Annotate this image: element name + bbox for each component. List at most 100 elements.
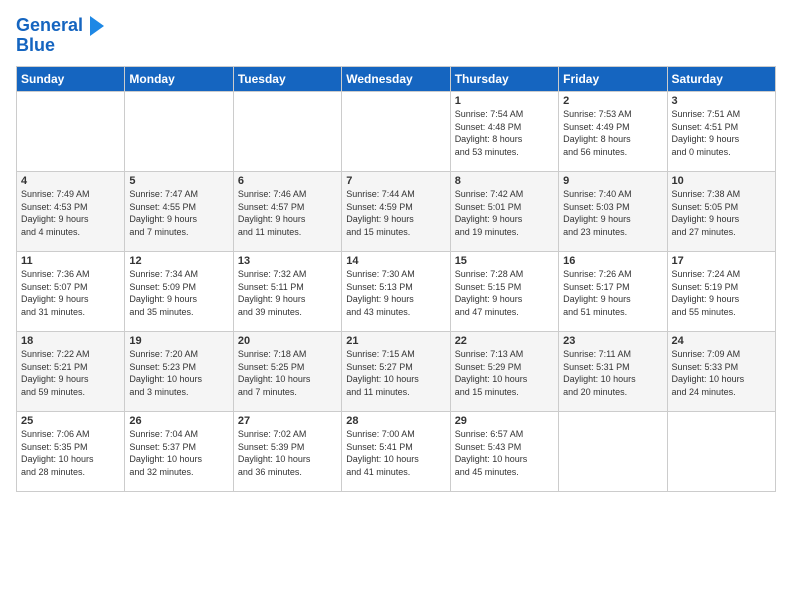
day-number: 19 (129, 335, 228, 347)
cell-content: Sunrise: 7:51 AM Sunset: 4:51 PM Dayligh… (672, 108, 771, 158)
cell-content: Sunrise: 7:34 AM Sunset: 5:09 PM Dayligh… (129, 268, 228, 318)
col-header-thursday: Thursday (450, 67, 558, 92)
cell-content: Sunrise: 7:06 AM Sunset: 5:35 PM Dayligh… (21, 428, 120, 478)
cell-content: Sunrise: 7:09 AM Sunset: 5:33 PM Dayligh… (672, 348, 771, 398)
cell-content: Sunrise: 7:18 AM Sunset: 5:25 PM Dayligh… (238, 348, 337, 398)
day-number: 14 (346, 255, 445, 267)
calendar-cell: 24Sunrise: 7:09 AM Sunset: 5:33 PM Dayli… (667, 332, 775, 412)
cell-content: Sunrise: 7:53 AM Sunset: 4:49 PM Dayligh… (563, 108, 662, 158)
calendar-table: SundayMondayTuesdayWednesdayThursdayFrid… (16, 66, 776, 492)
day-number: 21 (346, 335, 445, 347)
day-number: 3 (672, 95, 771, 107)
day-number: 20 (238, 335, 337, 347)
col-header-tuesday: Tuesday (233, 67, 341, 92)
cell-content: Sunrise: 7:24 AM Sunset: 5:19 PM Dayligh… (672, 268, 771, 318)
calendar-cell: 12Sunrise: 7:34 AM Sunset: 5:09 PM Dayli… (125, 252, 233, 332)
calendar-cell (342, 92, 450, 172)
calendar-cell (559, 412, 667, 492)
day-number: 22 (455, 335, 554, 347)
day-number: 8 (455, 175, 554, 187)
calendar-cell (667, 412, 775, 492)
calendar-cell: 18Sunrise: 7:22 AM Sunset: 5:21 PM Dayli… (17, 332, 125, 412)
calendar-cell: 1Sunrise: 7:54 AM Sunset: 4:48 PM Daylig… (450, 92, 558, 172)
calendar-cell: 28Sunrise: 7:00 AM Sunset: 5:41 PM Dayli… (342, 412, 450, 492)
cell-content: Sunrise: 7:00 AM Sunset: 5:41 PM Dayligh… (346, 428, 445, 478)
cell-content: Sunrise: 7:26 AM Sunset: 5:17 PM Dayligh… (563, 268, 662, 318)
day-number: 5 (129, 175, 228, 187)
day-number: 1 (455, 95, 554, 107)
calendar-cell: 13Sunrise: 7:32 AM Sunset: 5:11 PM Dayli… (233, 252, 341, 332)
week-row-3: 18Sunrise: 7:22 AM Sunset: 5:21 PM Dayli… (17, 332, 776, 412)
col-header-monday: Monday (125, 67, 233, 92)
calendar-cell (125, 92, 233, 172)
header: General Blue (16, 16, 776, 56)
logo-blue: Blue (16, 35, 55, 55)
day-number: 27 (238, 415, 337, 427)
cell-content: Sunrise: 7:42 AM Sunset: 5:01 PM Dayligh… (455, 188, 554, 238)
day-number: 7 (346, 175, 445, 187)
calendar-cell: 17Sunrise: 7:24 AM Sunset: 5:19 PM Dayli… (667, 252, 775, 332)
cell-content: Sunrise: 7:30 AM Sunset: 5:13 PM Dayligh… (346, 268, 445, 318)
day-number: 29 (455, 415, 554, 427)
calendar-cell: 8Sunrise: 7:42 AM Sunset: 5:01 PM Daylig… (450, 172, 558, 252)
calendar-cell: 27Sunrise: 7:02 AM Sunset: 5:39 PM Dayli… (233, 412, 341, 492)
calendar-cell: 20Sunrise: 7:18 AM Sunset: 5:25 PM Dayli… (233, 332, 341, 412)
calendar-cell: 19Sunrise: 7:20 AM Sunset: 5:23 PM Dayli… (125, 332, 233, 412)
cell-content: Sunrise: 7:15 AM Sunset: 5:27 PM Dayligh… (346, 348, 445, 398)
day-number: 13 (238, 255, 337, 267)
day-number: 17 (672, 255, 771, 267)
day-number: 12 (129, 255, 228, 267)
calendar-cell: 10Sunrise: 7:38 AM Sunset: 5:05 PM Dayli… (667, 172, 775, 252)
cell-content: Sunrise: 7:47 AM Sunset: 4:55 PM Dayligh… (129, 188, 228, 238)
logo-general: General (16, 15, 83, 35)
calendar-cell: 14Sunrise: 7:30 AM Sunset: 5:13 PM Dayli… (342, 252, 450, 332)
col-header-wednesday: Wednesday (342, 67, 450, 92)
calendar-cell: 3Sunrise: 7:51 AM Sunset: 4:51 PM Daylig… (667, 92, 775, 172)
day-number: 9 (563, 175, 662, 187)
day-number: 26 (129, 415, 228, 427)
cell-content: Sunrise: 7:22 AM Sunset: 5:21 PM Dayligh… (21, 348, 120, 398)
calendar-cell: 29Sunrise: 6:57 AM Sunset: 5:43 PM Dayli… (450, 412, 558, 492)
col-header-saturday: Saturday (667, 67, 775, 92)
day-number: 4 (21, 175, 120, 187)
col-header-friday: Friday (559, 67, 667, 92)
cell-content: Sunrise: 7:49 AM Sunset: 4:53 PM Dayligh… (21, 188, 120, 238)
week-row-2: 11Sunrise: 7:36 AM Sunset: 5:07 PM Dayli… (17, 252, 776, 332)
week-row-1: 4Sunrise: 7:49 AM Sunset: 4:53 PM Daylig… (17, 172, 776, 252)
col-header-sunday: Sunday (17, 67, 125, 92)
cell-content: Sunrise: 7:40 AM Sunset: 5:03 PM Dayligh… (563, 188, 662, 238)
cell-content: Sunrise: 7:54 AM Sunset: 4:48 PM Dayligh… (455, 108, 554, 158)
calendar-cell: 15Sunrise: 7:28 AM Sunset: 5:15 PM Dayli… (450, 252, 558, 332)
calendar-cell: 26Sunrise: 7:04 AM Sunset: 5:37 PM Dayli… (125, 412, 233, 492)
cell-content: Sunrise: 7:13 AM Sunset: 5:29 PM Dayligh… (455, 348, 554, 398)
calendar-cell: 22Sunrise: 7:13 AM Sunset: 5:29 PM Dayli… (450, 332, 558, 412)
cell-content: Sunrise: 7:38 AM Sunset: 5:05 PM Dayligh… (672, 188, 771, 238)
calendar-cell: 4Sunrise: 7:49 AM Sunset: 4:53 PM Daylig… (17, 172, 125, 252)
calendar-cell: 11Sunrise: 7:36 AM Sunset: 5:07 PM Dayli… (17, 252, 125, 332)
cell-content: Sunrise: 6:57 AM Sunset: 5:43 PM Dayligh… (455, 428, 554, 478)
calendar-cell: 2Sunrise: 7:53 AM Sunset: 4:49 PM Daylig… (559, 92, 667, 172)
calendar-cell: 21Sunrise: 7:15 AM Sunset: 5:27 PM Dayli… (342, 332, 450, 412)
calendar-cell: 5Sunrise: 7:47 AM Sunset: 4:55 PM Daylig… (125, 172, 233, 252)
cell-content: Sunrise: 7:44 AM Sunset: 4:59 PM Dayligh… (346, 188, 445, 238)
page: General Blue SundayMondayTuesdayWednesda… (0, 0, 792, 502)
cell-content: Sunrise: 7:02 AM Sunset: 5:39 PM Dayligh… (238, 428, 337, 478)
day-number: 28 (346, 415, 445, 427)
cell-content: Sunrise: 7:11 AM Sunset: 5:31 PM Dayligh… (563, 348, 662, 398)
week-row-4: 25Sunrise: 7:06 AM Sunset: 5:35 PM Dayli… (17, 412, 776, 492)
cell-content: Sunrise: 7:28 AM Sunset: 5:15 PM Dayligh… (455, 268, 554, 318)
day-number: 16 (563, 255, 662, 267)
day-number: 11 (21, 255, 120, 267)
calendar-cell: 25Sunrise: 7:06 AM Sunset: 5:35 PM Dayli… (17, 412, 125, 492)
cell-content: Sunrise: 7:32 AM Sunset: 5:11 PM Dayligh… (238, 268, 337, 318)
calendar-cell: 9Sunrise: 7:40 AM Sunset: 5:03 PM Daylig… (559, 172, 667, 252)
cell-content: Sunrise: 7:36 AM Sunset: 5:07 PM Dayligh… (21, 268, 120, 318)
logo: General Blue (16, 16, 104, 56)
day-number: 6 (238, 175, 337, 187)
calendar-cell: 23Sunrise: 7:11 AM Sunset: 5:31 PM Dayli… (559, 332, 667, 412)
header-row: SundayMondayTuesdayWednesdayThursdayFrid… (17, 67, 776, 92)
day-number: 10 (672, 175, 771, 187)
day-number: 23 (563, 335, 662, 347)
day-number: 25 (21, 415, 120, 427)
day-number: 2 (563, 95, 662, 107)
